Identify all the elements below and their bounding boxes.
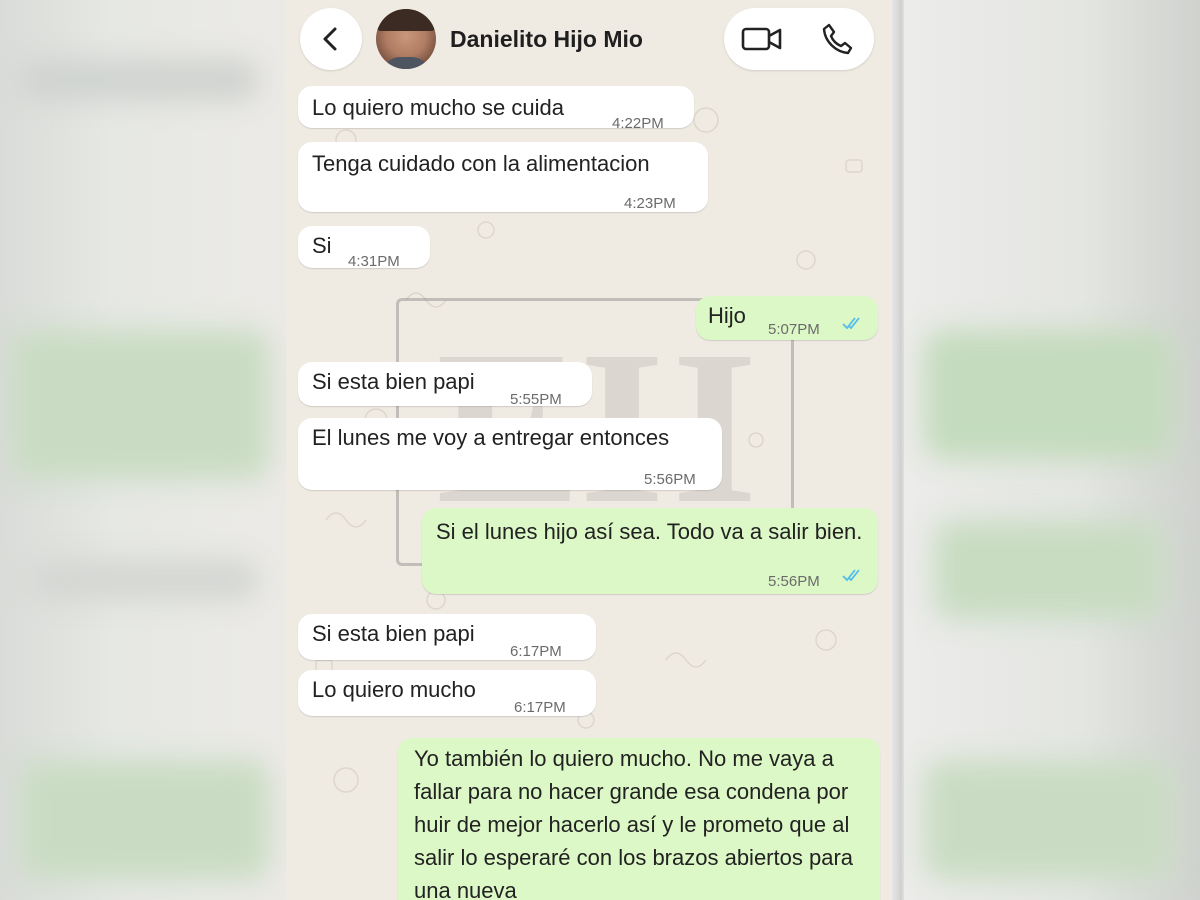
read-receipt-icon (842, 317, 860, 330)
message-text: Yo también lo quiero mucho. No me vaya a… (414, 746, 854, 900)
message-text: Lo quiero mucho (312, 677, 476, 702)
avatar[interactable] (376, 9, 436, 69)
message-text: Si (312, 233, 332, 258)
message-text: Lo quiero mucho se cuida (312, 95, 564, 120)
call-actions (724, 8, 874, 70)
message-time: 5:56PM (768, 573, 820, 590)
message-bubble-incoming[interactable]: Si esta bien papi 6:17PM (298, 614, 596, 660)
message-time: 4:23PM (624, 195, 676, 212)
message-time: 6:17PM (514, 699, 566, 716)
message-bubble-outgoing[interactable]: Si el lunes hijo así sea. Todo va a sali… (422, 508, 878, 594)
message-time: 5:55PM (510, 391, 562, 408)
video-camera-icon (741, 27, 781, 51)
message-bubble-incoming[interactable]: Lo quiero mucho 6:17PM (298, 670, 596, 716)
blurred-background-left (0, 0, 286, 900)
message-time: 5:56PM (644, 471, 696, 488)
message-text: Si esta bien papi (312, 369, 475, 394)
message-bubble-incoming[interactable]: Lo quiero mucho se cuida 4:22PM (298, 86, 694, 132)
phone-icon (822, 23, 852, 55)
message-bubble-outgoing[interactable]: Hijo 5:07PM (696, 296, 878, 340)
blurred-background-right (904, 0, 1200, 900)
message-text: El lunes me voy a entregar entonces (312, 425, 670, 450)
contact-name: Danielito Hijo Mio (450, 25, 643, 52)
contact-info[interactable]: Danielito Hijo Mio (372, 6, 672, 72)
message-text: Si el lunes hijo así sea. Todo va a sali… (436, 519, 863, 544)
message-bubble-incoming[interactable]: Si esta bien papi 5:55PM (298, 362, 592, 408)
back-button[interactable] (300, 8, 362, 70)
chevron-left-icon (323, 27, 337, 51)
message-time: 6:17PM (510, 643, 562, 660)
message-text: Tenga cuidado con la alimentacion (312, 151, 650, 176)
chat-screen: Danielito Hijo Mio EH Lo quiero mucho se… (286, 0, 902, 900)
message-time: 4:31PM (348, 253, 400, 270)
message-time: 4:22PM (612, 115, 664, 132)
chat-header: Danielito Hijo Mio (286, 0, 892, 80)
message-text: Si esta bien papi (312, 621, 475, 646)
message-bubble-outgoing[interactable]: Yo también lo quiero mucho. No me vaya a… (398, 738, 880, 900)
message-time: 5:07PM (768, 321, 820, 338)
voice-call-button[interactable] (812, 14, 862, 64)
message-bubble-incoming[interactable]: El lunes me voy a entregar entonces 5:56… (298, 418, 722, 490)
video-call-button[interactable] (737, 14, 787, 64)
message-text: Hijo (708, 303, 746, 328)
read-receipt-icon (842, 569, 860, 582)
message-bubble-incoming[interactable]: Tenga cuidado con la alimentacion 4:23PM (298, 142, 708, 212)
message-bubble-incoming[interactable]: Si 4:31PM (298, 226, 430, 270)
